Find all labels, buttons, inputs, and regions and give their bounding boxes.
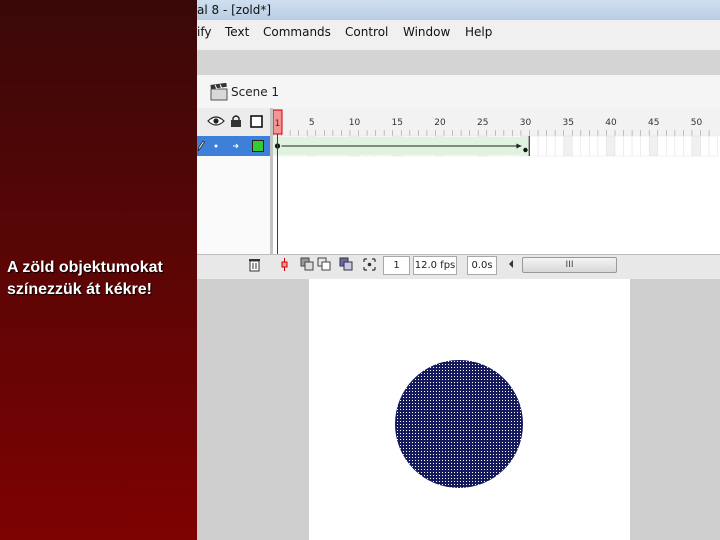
frame-cell[interactable]	[546, 135, 556, 157]
frames-area[interactable]: 5 10 15 20 25 30 35 40 45 50 1	[272, 108, 720, 254]
layer-header	[197, 108, 270, 137]
ruler-label: 20	[434, 118, 446, 128]
frame-cell[interactable]	[580, 135, 590, 157]
menu-item-help[interactable]: Help	[465, 20, 492, 44]
menu-bar: ify Text Commands Control Window Help	[197, 20, 720, 44]
frame-cell[interactable]	[691, 135, 701, 157]
clapperboard-icon	[210, 83, 228, 101]
frame-cell[interactable]	[708, 135, 718, 157]
menu-item-control[interactable]: Control	[345, 20, 388, 44]
menu-item-text[interactable]: Text	[225, 20, 249, 44]
elapsed-time-field: 0.0s	[467, 256, 497, 275]
panel-gap	[197, 50, 720, 75]
edit-multiple-frames-icon[interactable]	[339, 257, 354, 272]
timeline-status-bar	[197, 254, 720, 279]
end-keyframe[interactable]	[523, 147, 528, 153]
frame-cell[interactable]	[631, 135, 641, 157]
frame-cell[interactable]	[529, 135, 539, 157]
ruler-label: 30	[520, 118, 532, 128]
scroll-left-arrow-icon[interactable]	[507, 259, 515, 269]
swatch-fill	[253, 141, 263, 151]
frame-cell[interactable]	[700, 135, 710, 157]
frame-cell[interactable]	[674, 135, 684, 157]
ruler-label: 15	[391, 118, 402, 128]
layer-color-swatch[interactable]	[252, 140, 264, 152]
outline-icon[interactable]	[250, 115, 263, 128]
frame-cell[interactable]	[614, 135, 624, 157]
ruler-label: 40	[605, 118, 617, 128]
layer-list-empty	[197, 156, 270, 254]
visible-dot-icon[interactable]	[214, 144, 218, 148]
stage-svg	[395, 360, 523, 488]
frame-cell[interactable]	[554, 135, 564, 157]
onion-skin-outlines-icon[interactable]	[317, 257, 332, 272]
frame-cell[interactable]	[563, 135, 573, 157]
stage[interactable]	[309, 279, 630, 540]
frame-rate-field[interactable]: 12.0 fps	[413, 256, 457, 275]
modify-onion-markers-icon[interactable]	[362, 257, 377, 272]
frame-cell[interactable]	[657, 135, 667, 157]
frame-cell[interactable]	[606, 135, 616, 157]
frame-cell[interactable]	[683, 135, 693, 157]
ruler-label: 10	[349, 118, 361, 128]
selection-mesh	[395, 360, 523, 488]
ruler-label: 45	[648, 118, 659, 128]
frame-cell[interactable]	[640, 135, 650, 157]
caption-line-1: A zöld objektumokat	[7, 259, 163, 276]
slide-caption: A zöld objektumokat színezzük át kékre!	[7, 257, 195, 301]
window-title: al 8 - [zold*]	[197, 3, 272, 17]
frames-svg: 5 10 15 20 25 30 35 40 45 50 1	[272, 108, 720, 254]
ruler-label: 50	[691, 118, 703, 128]
timeline-scrollbar-thumb[interactable]: III	[522, 257, 617, 273]
pencil-icon	[197, 140, 205, 152]
frame-cell[interactable]	[589, 135, 599, 157]
menu-item-window[interactable]: Window	[403, 20, 450, 44]
flash-window: al 8 - [zold*] ify Text Commands Control…	[197, 0, 720, 540]
frame-cell[interactable]	[537, 135, 547, 157]
delete-layer-icon[interactable]	[247, 257, 262, 272]
caption-line-2: színezzük át kékre!	[7, 281, 152, 298]
lock-icon[interactable]	[230, 114, 242, 128]
unlocked-dot-icon[interactable]	[233, 143, 240, 149]
eye-icon[interactable]	[207, 115, 225, 127]
ruler-label: 5	[309, 118, 315, 128]
ruler-label: 25	[477, 118, 488, 128]
onion-skin-icon[interactable]	[300, 257, 315, 272]
menu-item-commands[interactable]: Commands	[263, 20, 331, 44]
frame-cell[interactable]	[648, 135, 659, 157]
frame-cell[interactable]	[623, 135, 633, 157]
ruler-label: 35	[562, 118, 573, 128]
current-frame-field: 1	[383, 256, 410, 275]
frame-cell[interactable]	[572, 135, 582, 157]
frame-cell[interactable]	[597, 135, 607, 157]
title-bar: al 8 - [zold*]	[197, 0, 720, 20]
playhead-frame-label: 1	[275, 119, 281, 129]
center-frame-icon[interactable]	[277, 257, 292, 272]
menu-item-modify[interactable]: ify	[197, 20, 211, 44]
layer-row-selected[interactable]	[197, 136, 270, 156]
scene-label[interactable]: Scene 1	[231, 84, 279, 100]
end-keyframe-line	[528, 136, 530, 156]
frame-cell[interactable]	[666, 135, 676, 157]
